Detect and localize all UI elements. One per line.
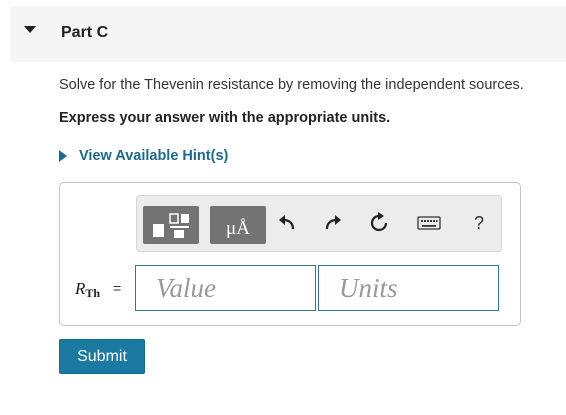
units-input[interactable]: Units [318,265,499,311]
undo-button[interactable] [275,211,299,235]
keyboard-button[interactable] [417,211,441,235]
variable-symbol: R [75,279,86,298]
variable-subscript: Th [85,286,101,300]
collapse-caret-icon[interactable] [24,26,36,33]
equals-sign: = [113,280,122,296]
template-icon [153,213,189,238]
instruction-text: Express your answer with the appropriate… [59,110,391,126]
question-text: Solve for the Thevenin resistance by rem… [59,77,524,93]
help-icon: ? [473,212,484,233]
view-hints-link[interactable]: View Available Hint(s) [59,147,228,165]
variable-label: RTh [75,279,100,301]
submit-button[interactable]: Submit [59,339,145,374]
templates-button[interactable] [143,206,199,244]
view-hints-label: View Available Hint(s) [79,148,229,164]
math-toolbar: μÅ ? [136,195,502,252]
units-icon: μÅ [226,218,250,239]
keyboard-icon [417,216,441,230]
part-title: Part C [61,24,109,41]
redo-icon [325,215,341,230]
help-button[interactable]: ? [467,211,491,235]
value-input[interactable]: Value [135,265,316,311]
reset-button[interactable] [367,211,391,235]
expand-triangle-icon [59,150,67,162]
undo-icon [279,215,295,230]
redo-button[interactable] [321,211,345,235]
units-button[interactable]: μÅ [210,206,266,244]
reset-icon [370,212,388,232]
